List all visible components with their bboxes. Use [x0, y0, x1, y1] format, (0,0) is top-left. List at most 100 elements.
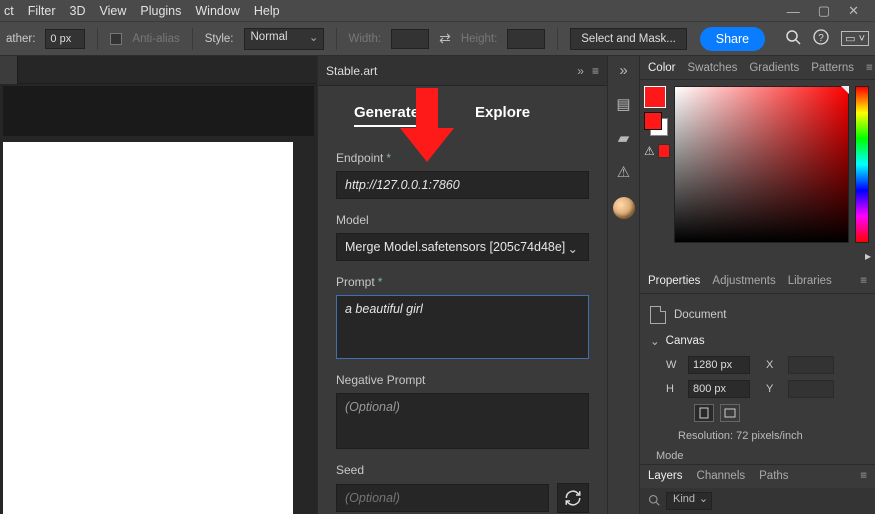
resolution-label: Resolution: 72 pixels/inch	[678, 430, 865, 442]
panel-menu-icon[interactable]: ≡	[592, 64, 599, 78]
svg-text:?: ?	[818, 33, 824, 44]
chevron-down-icon: ⌄	[568, 241, 578, 256]
menu-item[interactable]: Help	[254, 4, 280, 18]
color-field[interactable]	[674, 86, 849, 243]
minimize-icon[interactable]: —	[787, 4, 800, 19]
layers-filter-row: Kind	[640, 488, 875, 514]
share-button[interactable]: Share	[700, 27, 765, 51]
canvas-x-input	[788, 356, 834, 374]
negative-prompt-textarea[interactable]: (Optional)	[336, 393, 589, 449]
randomize-seed-button[interactable]	[557, 483, 589, 513]
document-label: Document	[674, 309, 726, 321]
tab-channels[interactable]: Channels	[697, 470, 746, 482]
antialias-checkbox[interactable]	[110, 33, 122, 45]
gamut-warning-icon[interactable]: ⚠	[644, 144, 670, 158]
canvas-height-input[interactable]	[688, 380, 750, 398]
tab-adjustments[interactable]: Adjustments	[712, 275, 775, 287]
height-input	[507, 29, 545, 49]
menu-bar: ct Filter 3D View Plugins Window Help — …	[0, 0, 875, 22]
tab-patterns[interactable]: Patterns	[811, 62, 854, 74]
layer-filter-dropdown[interactable]: Kind	[666, 492, 712, 510]
panel-menu-icon[interactable]: ≡	[860, 470, 867, 482]
collapse-icon[interactable]: »	[577, 64, 584, 78]
menu-item[interactable]: View	[100, 4, 127, 18]
style-dropdown[interactable]: Normal	[244, 28, 324, 50]
search-icon[interactable]	[648, 494, 660, 509]
canvas-section-header[interactable]: ⌄ Canvas	[650, 334, 865, 348]
tab-color[interactable]: Color	[648, 62, 675, 74]
document-icon	[650, 306, 666, 324]
x-label: X	[766, 359, 780, 371]
maximize-icon[interactable]: ▢	[818, 3, 830, 19]
window-controls: — ▢ ✕	[787, 0, 875, 22]
negative-prompt-label: Negative Prompt	[336, 373, 425, 387]
feather-input[interactable]	[45, 29, 85, 49]
tab-paths[interactable]: Paths	[759, 470, 788, 482]
tab-libraries[interactable]: Libraries	[788, 275, 832, 287]
options-bar: ather: Anti-alias Style: Normal Width: ⇄…	[0, 22, 875, 56]
select-and-mask-button[interactable]: Select and Mask...	[570, 28, 687, 50]
y-label: Y	[766, 383, 780, 395]
tab-generate[interactable]: Generate	[354, 104, 419, 127]
panel-menu-icon[interactable]: ≡	[860, 275, 867, 287]
antialias-label: Anti-alias	[132, 33, 179, 45]
foreground-color-swatch[interactable]	[644, 86, 666, 108]
model-label: Model	[336, 213, 369, 227]
canvas-width-input[interactable]	[688, 356, 750, 374]
prompt-textarea[interactable]: a beautiful girl	[336, 295, 589, 359]
stable-art-panel: Stable.art » ≡ Generate Explore Endpoint…	[317, 56, 607, 514]
endpoint-label: Endpoint*	[336, 151, 391, 165]
panel-menu-icon[interactable]: ≡	[866, 62, 873, 74]
tab-explore[interactable]: Explore	[475, 104, 530, 127]
tab-layers[interactable]: Layers	[648, 470, 683, 482]
layers-panel-tabs: Layers Channels Paths ≡	[640, 464, 875, 488]
rail-warning-icon[interactable]: ⚠	[617, 163, 630, 181]
document-tab-bar	[0, 56, 317, 84]
menu-item[interactable]: Plugins	[140, 4, 181, 18]
tab-gradients[interactable]: Gradients	[749, 62, 799, 74]
feather-label: ather:	[6, 33, 35, 45]
mode-label: Mode	[656, 450, 865, 462]
endpoint-input[interactable]: http://127.0.0.1:7860	[336, 171, 589, 199]
menu-item[interactable]: Filter	[28, 4, 56, 18]
properties-panel-tabs: Properties Adjustments Libraries ≡	[640, 269, 875, 293]
menu-item[interactable]: Window	[195, 4, 239, 18]
canvas[interactable]	[3, 142, 293, 514]
hue-slider[interactable]	[855, 86, 869, 243]
canvas-y-input	[788, 380, 834, 398]
rail-face-icon[interactable]	[613, 197, 635, 219]
fgbg-swatch[interactable]	[644, 112, 668, 136]
orientation-landscape-button[interactable]	[720, 404, 740, 422]
color-panel-tabs: Color Swatches Gradients Patterns ≡	[640, 56, 875, 80]
film-strip	[3, 86, 314, 136]
model-select[interactable]: Merge Model.safetensors [205c74d48e] ⌄	[336, 233, 589, 261]
panel-title: Stable.art	[326, 64, 377, 78]
menu-item[interactable]: ct	[4, 4, 14, 18]
h-label: H	[666, 383, 680, 395]
style-label: Style:	[205, 33, 234, 45]
help-icon[interactable]: ?	[813, 29, 829, 49]
rail-histogram-icon[interactable]: ▤	[616, 95, 630, 113]
height-label: Height:	[461, 33, 497, 45]
seed-label: Seed	[336, 463, 364, 477]
close-icon[interactable]: ✕	[848, 3, 859, 19]
hue-indicator-icon: ▸	[640, 249, 875, 269]
chevron-down-icon: ⌄	[650, 334, 660, 348]
swap-dimensions-icon[interactable]: ⇄	[439, 30, 451, 47]
orientation-portrait-button[interactable]	[694, 404, 714, 422]
width-label: Width:	[349, 33, 382, 45]
workspace-icon[interactable]: ▭ ˅	[841, 31, 869, 46]
tab-properties[interactable]: Properties	[648, 275, 700, 287]
collapsed-panel-rail: » ▤ ▰ ⚠	[607, 56, 639, 514]
rail-expand-icon[interactable]: »	[619, 62, 627, 79]
color-panel-body: ⚠	[640, 80, 875, 249]
w-label: W	[666, 359, 680, 371]
prompt-label: Prompt*	[336, 275, 382, 289]
document-tab[interactable]	[0, 56, 18, 84]
search-icon[interactable]	[785, 29, 801, 49]
document-area	[0, 56, 317, 514]
tab-swatches[interactable]: Swatches	[687, 62, 737, 74]
rail-comment-icon[interactable]: ▰	[618, 129, 630, 147]
seed-input[interactable]	[336, 484, 549, 512]
menu-item[interactable]: 3D	[70, 4, 86, 18]
